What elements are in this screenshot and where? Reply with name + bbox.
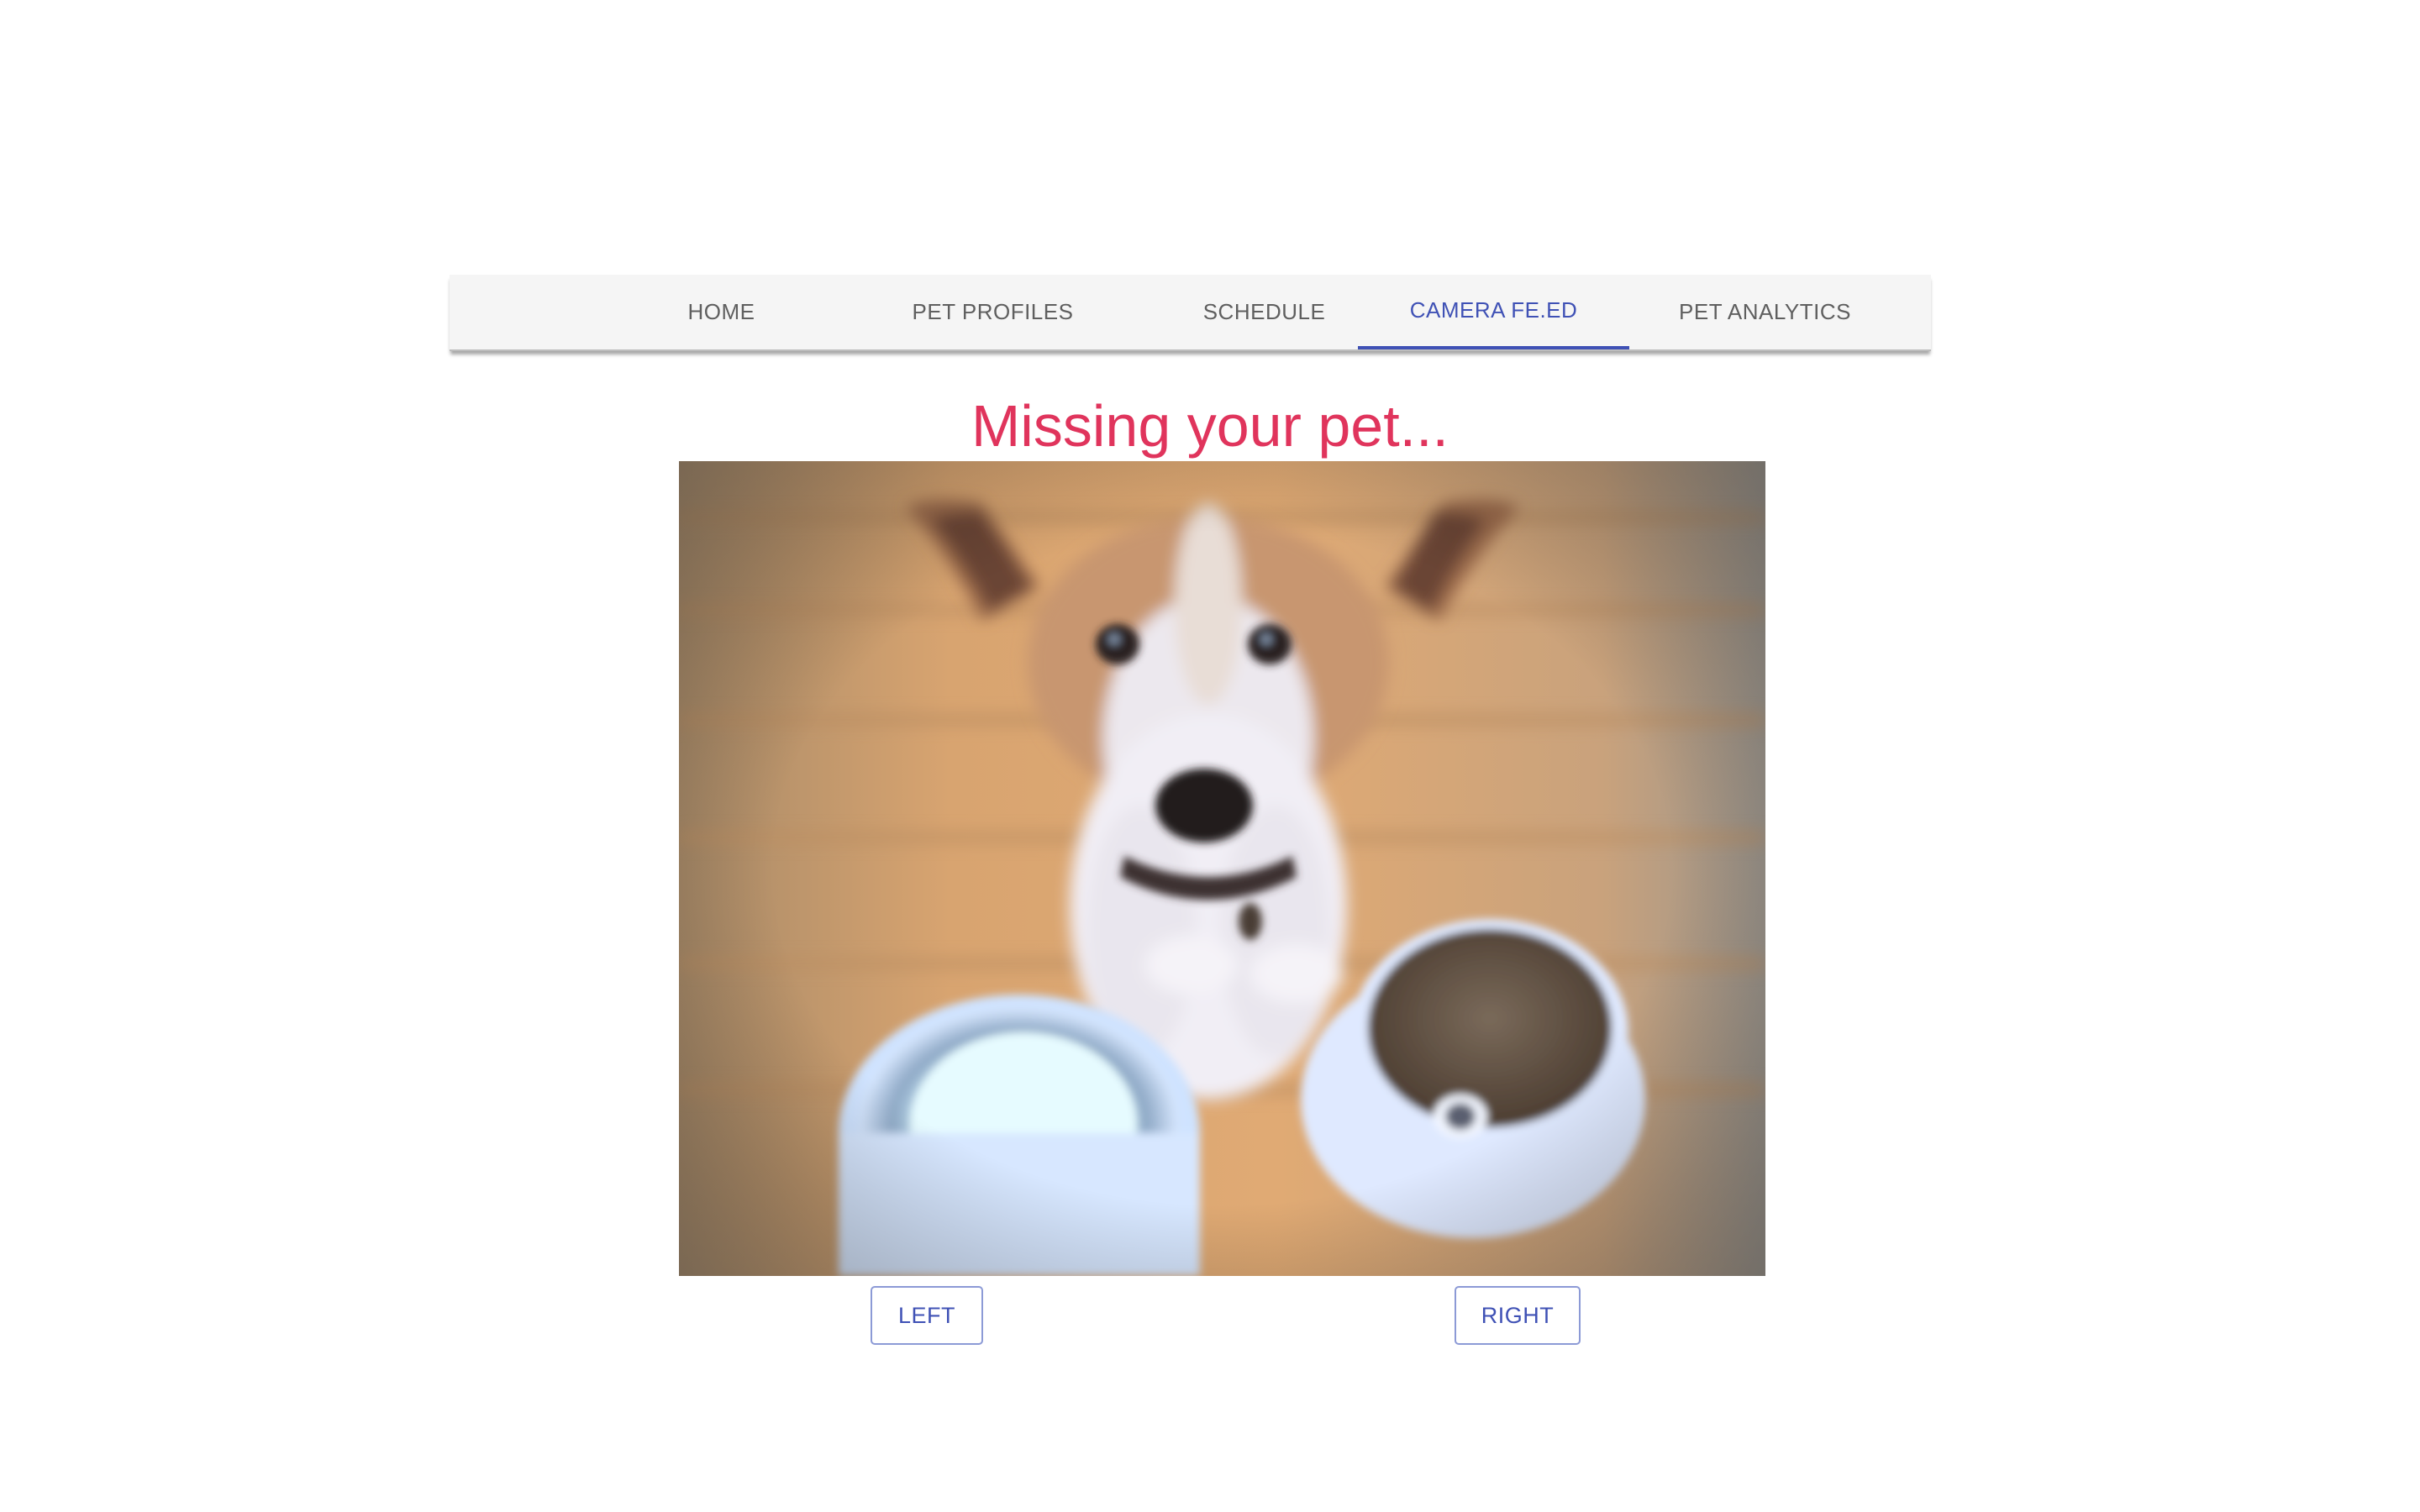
tab-home[interactable]: HOME (586, 275, 857, 349)
pan-right-button[interactable]: RIGHT (1455, 1286, 1581, 1345)
page-title: Missing your pet... (971, 393, 1449, 459)
tab-pet-analytics[interactable]: PET ANALYTICS (1629, 275, 1901, 349)
tab-camera-feed[interactable]: CAMERA FE.ED (1358, 275, 1629, 349)
nav-bar: HOME PET PROFILES SCHEDULE CAMERA FE.ED … (450, 275, 1931, 351)
camera-feed-image (679, 461, 1765, 1276)
pan-left-button[interactable]: LEFT (871, 1286, 983, 1345)
tab-pet-profiles[interactable]: PET PROFILES (857, 275, 1128, 349)
